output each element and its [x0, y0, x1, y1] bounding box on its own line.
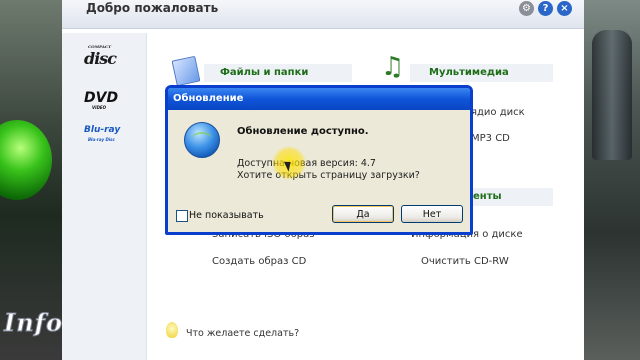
- globe-icon: [184, 122, 220, 158]
- update-dialog: Обновление Обновление доступно. Доступна…: [165, 85, 473, 235]
- dialog-version-line: Доступна новая версия: 4.7: [237, 158, 376, 169]
- task-create-cd-image[interactable]: Создать образ CD: [212, 256, 306, 267]
- no-button[interactable]: Нет: [401, 205, 463, 223]
- compact-disc-logo[interactable]: COMPACT disc: [84, 44, 117, 68]
- task-audio-disc[interactable]: ядио диск: [471, 107, 525, 118]
- dialog-title: Обновление: [173, 93, 244, 104]
- dont-show-checkbox[interactable]: [176, 210, 188, 222]
- dvd-logo[interactable]: DVD VIDEO: [84, 90, 118, 110]
- watermark-logo: Info: [3, 308, 64, 338]
- desktop-background-right: [584, 0, 640, 360]
- lightbulb-icon: [166, 322, 178, 338]
- window-titlebar: Добро пожаловать ⚙ ? ×: [62, 0, 584, 29]
- task-mp3-cd[interactable]: MP3 CD: [471, 133, 510, 144]
- window-title: Добро пожаловать: [86, 1, 219, 15]
- dialog-heading: Обновление доступно.: [237, 126, 369, 137]
- help-icon[interactable]: ?: [538, 1, 553, 16]
- bluray-logo[interactable]: Blu-ray Blu-ray Disc: [84, 125, 120, 142]
- media-type-sidebar: COMPACT disc DVD VIDEO Blu-ray Blu-ray Disc: [62, 33, 147, 360]
- titlebar-icons: ⚙ ? ×: [519, 1, 572, 16]
- dialog-question-line: Хотите открыть страницу загрузки?: [237, 170, 420, 181]
- yes-button[interactable]: Да: [332, 205, 394, 223]
- music-note-icon: [380, 52, 404, 82]
- gear-icon[interactable]: ⚙: [519, 1, 534, 16]
- chess-piece-decoration: [592, 30, 632, 160]
- section-multimedia-header[interactable]: Мультимедиа: [410, 64, 553, 82]
- close-icon[interactable]: ×: [557, 1, 572, 16]
- what-to-do-prompt: Что желаете сделать?: [186, 328, 300, 339]
- task-erase-cdrw[interactable]: Очистить CD-RW: [421, 256, 509, 267]
- dont-show-label[interactable]: Не показывать: [189, 210, 264, 221]
- section-files-header[interactable]: Файлы и папки: [204, 64, 352, 82]
- folder-icon: [171, 55, 201, 87]
- dialog-titlebar[interactable]: Обновление: [168, 88, 470, 110]
